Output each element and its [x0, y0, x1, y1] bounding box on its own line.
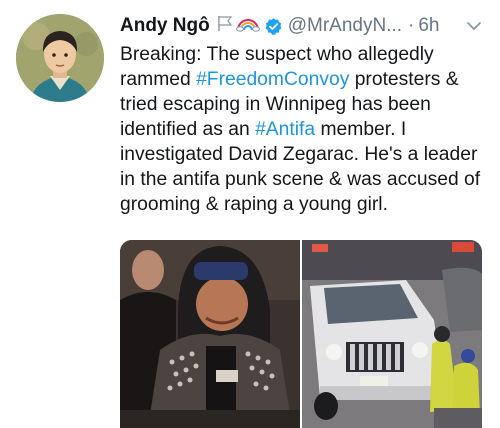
tweet-header: Andy Ngô @MrAndyN... · 6h [120, 12, 490, 40]
user-handle[interactable]: @MrAndyN... [288, 15, 402, 37]
media-photo-vehicle-arrest[interactable] [302, 240, 482, 428]
media-photo-person[interactable] [120, 240, 300, 428]
chevron-down-icon[interactable] [466, 18, 482, 40]
separator-dot: · [408, 15, 415, 36]
white-flag-icon [216, 14, 234, 38]
avatar-illustration [16, 14, 104, 102]
profile-emoji-group [216, 14, 260, 38]
display-name[interactable]: Andy Ngô [120, 15, 210, 37]
timestamp[interactable]: 6h [418, 15, 439, 37]
hashtag-freedomconvoy[interactable]: #FreedomConvoy [196, 69, 349, 90]
tweet-body: Breaking: The suspect who allegedly ramm… [120, 42, 492, 217]
media-grid [120, 240, 482, 428]
rainbow-icon [235, 14, 260, 38]
avatar[interactable] [16, 14, 104, 102]
verified-badge-icon [264, 17, 283, 36]
hashtag-antifa[interactable]: #Antifa [255, 119, 315, 140]
